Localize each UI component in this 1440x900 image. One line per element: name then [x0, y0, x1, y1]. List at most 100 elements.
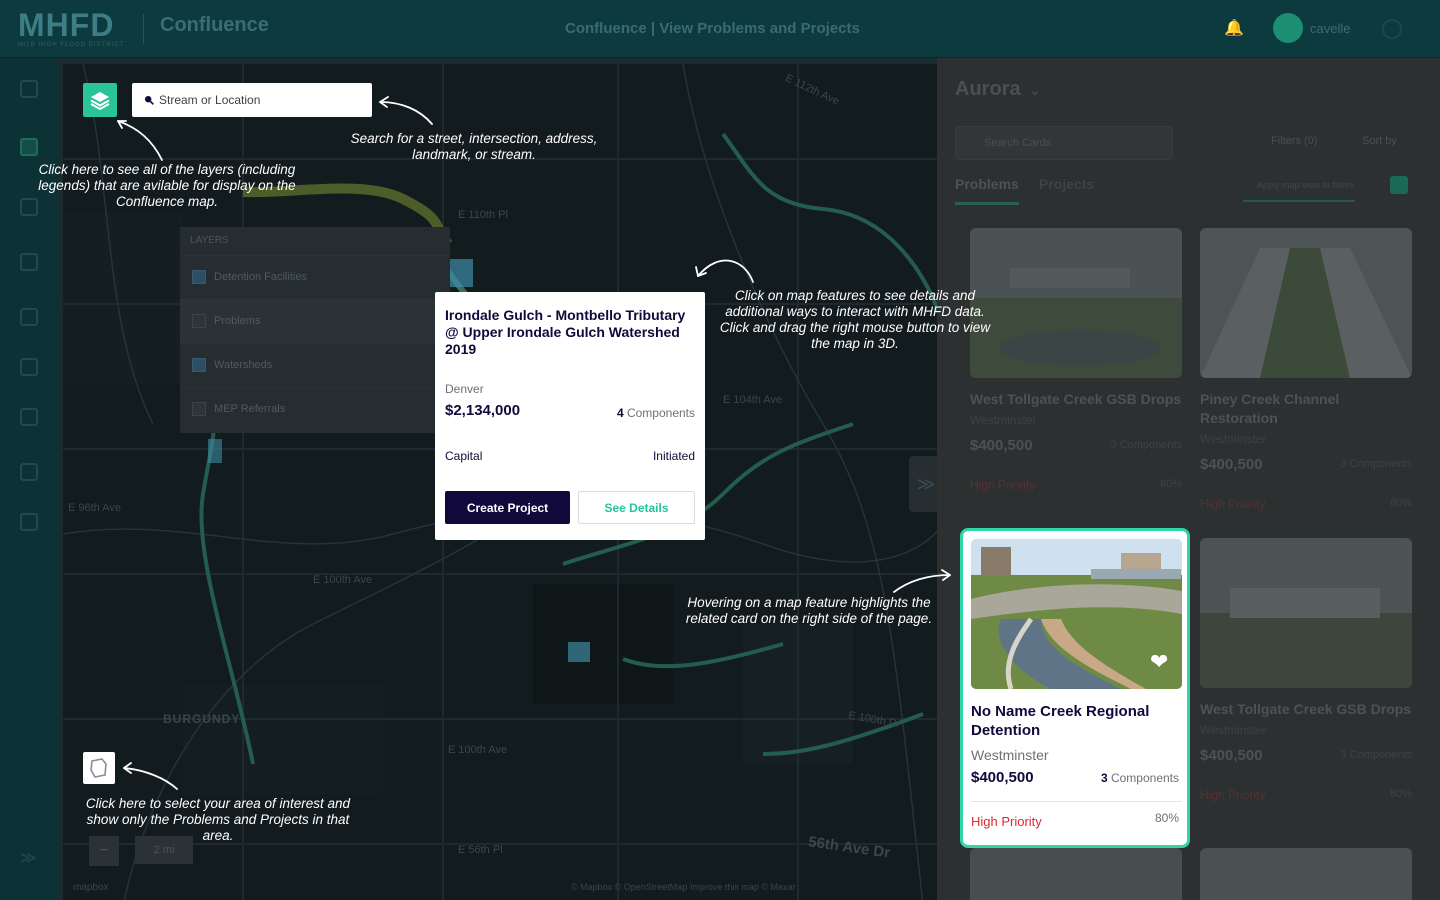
layer-label: MEP Referrals — [214, 403, 286, 415]
layers-panel-title: LAYERS — [190, 235, 229, 246]
bell-icon[interactable]: 🔔 — [1224, 18, 1244, 38]
card-components: 3 Components — [1340, 458, 1412, 470]
card-percent: 80% — [1159, 478, 1182, 490]
app-root: MHFD MILE HIGH FLOOD DISTRICT Confluence… — [0, 0, 1440, 900]
layer-row-mep[interactable]: MEP Referrals — [180, 387, 450, 431]
layer-row-detention[interactable]: Detention Facilities — [180, 255, 450, 299]
expand-rail-icon[interactable]: ≫ — [20, 848, 37, 868]
problem-card[interactable]: Piney Creek Channel Restoration Westmins… — [1200, 228, 1412, 511]
layers-button[interactable] — [83, 83, 117, 117]
card-price: $400,500 3 Components — [970, 437, 1182, 454]
layer-checkbox[interactable] — [192, 358, 206, 372]
layer-checkbox[interactable] — [192, 270, 206, 284]
card-priority: High Priority 80% — [1200, 788, 1412, 802]
settings-icon[interactable] — [20, 513, 38, 531]
problem-card[interactable]: West Tollgate Creek GSB Drops Westminste… — [970, 228, 1182, 492]
card-components: 3 Components — [1340, 749, 1412, 761]
problem-card[interactable]: West Tollgate Creek GSB Drops Westminste… — [1200, 538, 1412, 802]
logo-subtitle: MILE HIGH FLOOD DISTRICT — [18, 42, 125, 48]
popup-project-type: Capital — [445, 449, 483, 463]
layer-row-watersheds[interactable]: Watersheds — [180, 343, 450, 387]
annotation-search: Search for a street, intersection, addre… — [350, 131, 598, 162]
card-price: $400,500 — [971, 769, 1034, 786]
layer-checkbox[interactable] — [192, 402, 206, 416]
card-price: $400,500 3 Components — [1200, 456, 1412, 473]
chevron-down-icon[interactable]: ⌄ — [1029, 82, 1041, 99]
list-icon[interactable] — [20, 308, 38, 326]
card-percent: 80% — [1389, 497, 1412, 509]
cards-search-input[interactable]: Search Cards — [955, 126, 1173, 160]
card-city: Westminster — [971, 747, 1049, 763]
cards-search-placeholder: Search Cards — [984, 137, 1052, 149]
username[interactable]: cavelle — [1310, 21, 1350, 36]
collapse-arrow-icon[interactable]: ≫ — [909, 456, 937, 512]
filters-button[interactable]: Filters (0) — [1271, 135, 1317, 147]
card-components-label: Components — [1107, 771, 1179, 785]
heart-icon[interactable]: ❤ — [1150, 649, 1168, 675]
card-title: No Name Creek Regional Detention — [971, 703, 1150, 739]
card-title: West Tollgate Creek GSB Drops — [1200, 701, 1412, 717]
see-details-button[interactable]: See Details — [578, 491, 695, 524]
help-icon[interactable] — [1382, 19, 1402, 39]
highlighted-problem-card[interactable]: ❤ No Name Creek Regional Detention Westm… — [960, 528, 1190, 848]
layer-checkbox[interactable] — [192, 314, 206, 328]
street-label: E 104th Ave — [723, 394, 783, 406]
tab-projects[interactable]: Projects — [1039, 176, 1094, 192]
brand-logo[interactable]: MHFD MILE HIGH FLOOD DISTRICT — [18, 8, 124, 48]
street-label: E 110th Pl — [458, 209, 508, 221]
create-project-button[interactable]: Create Project — [445, 491, 570, 524]
card-image — [970, 228, 1182, 378]
layer-label: Detention Facilities — [214, 271, 307, 283]
popup-title: Irondale Gulch - Montbello Tributary @ U… — [445, 307, 686, 357]
problem-card-partial[interactable] — [970, 848, 1182, 900]
mapbox-logo[interactable]: mapbox — [73, 882, 109, 893]
popup-components-count: 4 — [616, 406, 624, 420]
card-city: Westminster — [970, 413, 1037, 427]
app-name: Confluence — [160, 14, 269, 36]
card-percent: 80% — [1389, 788, 1412, 800]
card-priority-label: High Priority — [1200, 788, 1266, 802]
problem-card-partial[interactable] — [1200, 848, 1412, 900]
home-icon[interactable] — [20, 80, 38, 98]
location-search[interactable] — [132, 83, 372, 117]
upload-icon[interactable] — [20, 358, 38, 376]
layers-panel: LAYERS Detention Facilities Problems Wat… — [180, 227, 450, 433]
street-label: E 56th Pl — [458, 844, 503, 856]
tab-problems[interactable]: Problems — [955, 176, 1019, 205]
annotation-layers: Click here to see all of the layers (inc… — [38, 162, 296, 209]
polygon-select-icon — [90, 758, 107, 778]
card-title: Piney Creek Channel Restoration — [1200, 391, 1340, 426]
card-components: 3 Components — [1110, 439, 1182, 451]
card-image — [1200, 538, 1412, 688]
card-image — [1200, 228, 1412, 378]
top-bar: MHFD MILE HIGH FLOOD DISTRICT Confluence… — [0, 0, 1440, 58]
map-view-icon[interactable] — [20, 138, 38, 156]
avatar[interactable] — [1273, 13, 1303, 43]
street-label: E 100th Ave — [448, 744, 508, 756]
apply-map-view-toggle[interactable] — [1390, 176, 1408, 194]
card-city: Westminster — [1200, 432, 1267, 446]
folder-icon[interactable] — [20, 253, 38, 271]
search-input[interactable] — [159, 83, 364, 117]
apply-map-view-label: Apply map view to filters — [1257, 180, 1355, 190]
sort-button[interactable]: Sort by — [1362, 135, 1397, 147]
card-priority: High Priority 80% — [970, 478, 1182, 492]
search-icon — [145, 96, 154, 105]
map-attribution[interactable]: © Mapbox © OpenStreetMap Improve this ma… — [571, 882, 795, 892]
page-title: Confluence | View Problems and Projects — [565, 20, 860, 37]
popup-city: Denver — [445, 382, 484, 396]
people-icon[interactable] — [20, 408, 38, 426]
layer-label: Problems — [214, 315, 261, 327]
annotation-map-features: Click on map features to see details and… — [719, 288, 991, 351]
layers-icon — [90, 92, 110, 111]
logo-text: MHFD — [18, 7, 115, 43]
layer-row-problems[interactable]: Problems — [180, 299, 450, 343]
card-components-count: 3 — [1100, 771, 1108, 785]
jurisdiction-title[interactable]: Aurora — [955, 78, 1021, 101]
chart-icon[interactable] — [20, 463, 38, 481]
card-title: West Tollgate Creek GSB Drops — [970, 391, 1182, 407]
card-price-value: $400,500 — [970, 437, 1033, 454]
popup-components: 4 Components — [617, 406, 695, 420]
area-select-button[interactable] — [83, 752, 115, 784]
popup-status: Initiated — [652, 449, 695, 463]
